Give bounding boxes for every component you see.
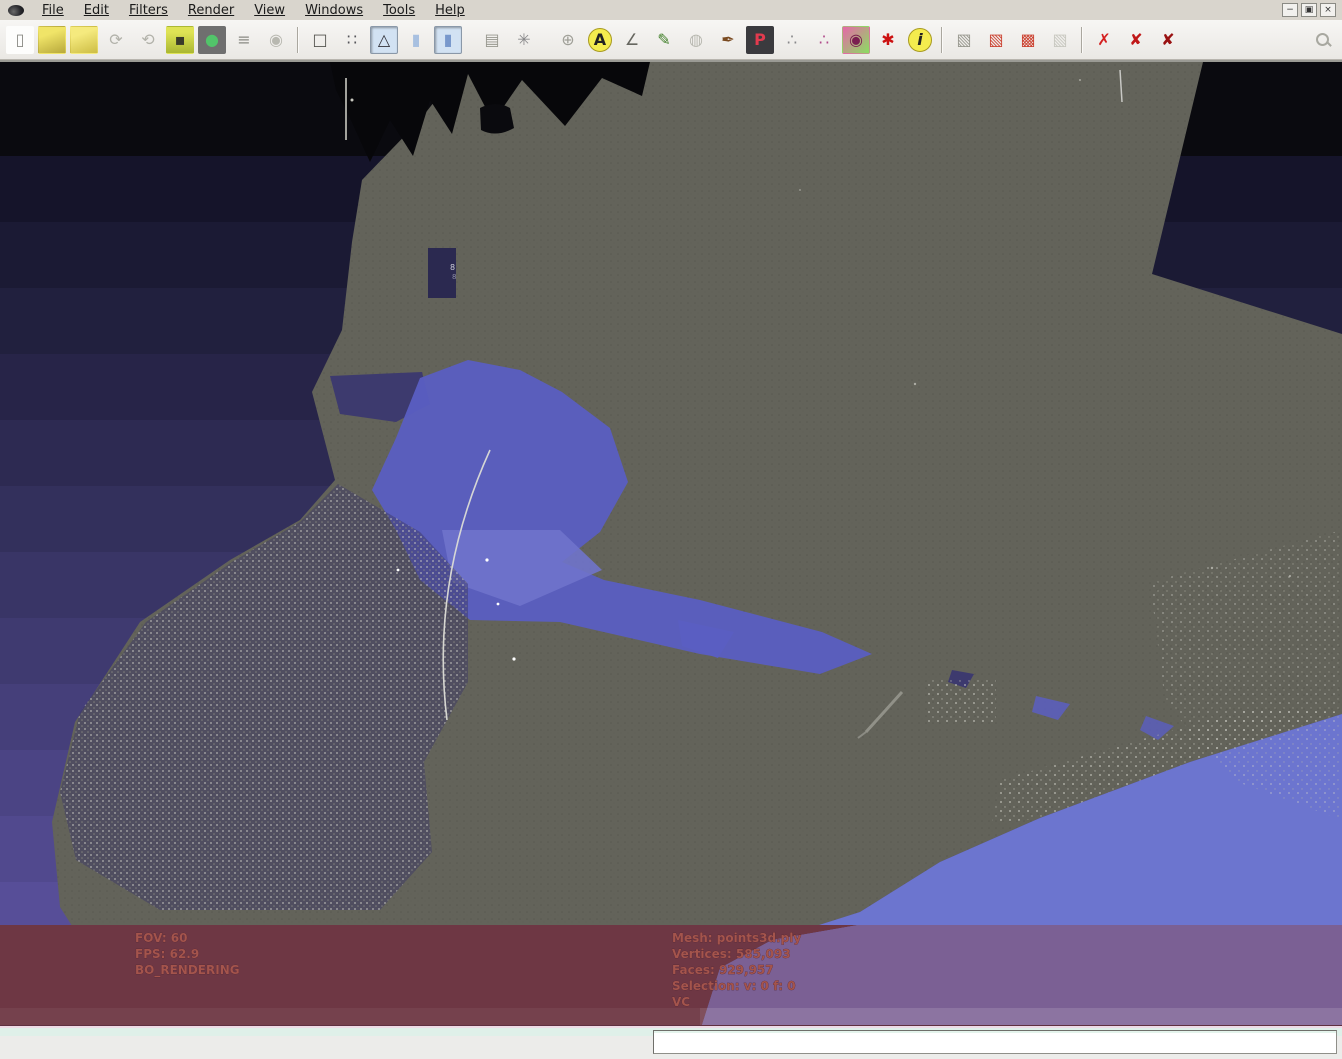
delete-selected-vertices-icon[interactable]: ✗	[1090, 26, 1118, 54]
hud-fov: FOV: 60	[135, 931, 188, 945]
save-icon[interactable]: ▪	[166, 26, 194, 54]
menu-tools[interactable]: Tools	[373, 1, 425, 20]
reload-icon[interactable]: ⟳	[102, 26, 130, 54]
menu-edit[interactable]: Edit	[74, 1, 119, 20]
decorators-icon[interactable]: ✳	[510, 26, 538, 54]
hud-faces: Faces: 929,957	[672, 963, 774, 977]
flat-render-icon[interactable]: ▮	[402, 26, 430, 54]
menu-view[interactable]: View	[244, 1, 295, 20]
gl-viewport[interactable]: 8 8	[0, 60, 1342, 1025]
align-icon[interactable]: ∴	[778, 26, 806, 54]
close-button[interactable]: ×	[1320, 3, 1336, 17]
search-lens-glyph	[1316, 33, 1329, 46]
menubar: FileEditFiltersRenderViewWindowsToolsHel…	[0, 0, 1342, 20]
app-logo-icon	[8, 5, 24, 16]
paint-brush-icon[interactable]: ✒	[714, 26, 742, 54]
toolbar: ▯⟳⟲▪●≡◉□∷△▮▮▤✳⊕A∠✎◍✒P∴∴◉✱i▧▧▩▧✗✘✘	[0, 20, 1342, 60]
select-vertices-icon[interactable]: ▧	[950, 26, 978, 54]
hud-fps: FPS: 62.9	[135, 947, 199, 961]
layers-icon[interactable]: ≡	[230, 26, 258, 54]
mini-filter-icon[interactable]: ✱	[874, 26, 902, 54]
menu-list: FileEditFiltersRenderViewWindowsToolsHel…	[32, 1, 475, 20]
svg-text:8: 8	[450, 263, 455, 272]
delete-selection-icon[interactable]: ✘	[1154, 26, 1182, 54]
show-labels-icon[interactable]: A	[588, 28, 612, 52]
lamp-icon[interactable]: ◍	[682, 26, 710, 54]
scene-canvas[interactable]: 8 8	[0, 62, 1342, 1025]
measure-tool-icon[interactable]: ∠	[618, 26, 646, 54]
points-render-icon[interactable]: ∷	[338, 26, 366, 54]
meshlab-window: FileEditFiltersRenderViewWindowsToolsHel…	[0, 0, 1342, 1059]
smooth-render-icon[interactable]: ▮	[434, 26, 462, 54]
select-all-faces-icon[interactable]: ▩	[1014, 26, 1042, 54]
reload-small-icon[interactable]: ⟲	[134, 26, 162, 54]
minimize-button[interactable]: −	[1282, 3, 1298, 17]
pick-points-icon[interactable]: ✎	[650, 26, 678, 54]
z-painting-icon[interactable]: P	[746, 26, 774, 54]
hud-vc: VC	[672, 995, 690, 1009]
open-project-icon[interactable]	[38, 26, 66, 54]
bbox-render-icon[interactable]: □	[306, 26, 334, 54]
wireframe-render-icon[interactable]: △	[370, 26, 398, 54]
toolbar-gap	[540, 39, 552, 40]
ortho-view-icon[interactable]: ⊕	[554, 26, 582, 54]
toolbar-separator	[1081, 27, 1083, 53]
export-icon[interactable]: ◉	[262, 26, 290, 54]
picked-point-marker: 8 8	[428, 248, 456, 298]
window-controls: −▣×	[1282, 3, 1338, 17]
open-mesh-icon[interactable]	[70, 26, 98, 54]
status-input[interactable]	[653, 1030, 1337, 1054]
deselect-icon[interactable]: ▧	[1046, 26, 1074, 54]
arc3d-icon[interactable]: ◉	[842, 26, 870, 54]
texture-render-icon[interactable]: ▤	[478, 26, 506, 54]
menu-file[interactable]: File	[32, 1, 74, 20]
statusbar	[0, 1025, 1342, 1059]
hud-selection: Selection: v: 0 f: 0	[672, 979, 796, 993]
align-color-icon[interactable]: ∴	[810, 26, 838, 54]
toolbar-separator	[297, 27, 299, 53]
hud-vertices: Vertices: 585,093	[672, 947, 791, 961]
menu-render[interactable]: Render	[178, 1, 244, 20]
hud-mesh-name: Mesh: points3d.ply	[672, 931, 801, 945]
info-icon[interactable]: i	[908, 28, 932, 52]
menu-help[interactable]: Help	[425, 1, 475, 20]
hud-mode: BO_RENDERING	[135, 963, 240, 978]
toolbar-separator	[941, 27, 943, 53]
maximize-button[interactable]: ▣	[1301, 3, 1317, 17]
svg-text:8: 8	[452, 273, 456, 281]
search-icon[interactable]	[1308, 26, 1336, 54]
toolbar-gap	[464, 39, 476, 40]
menu-filters[interactable]: Filters	[119, 1, 178, 20]
menu-windows[interactable]: Windows	[295, 1, 373, 20]
select-faces-icon[interactable]: ▧	[982, 26, 1010, 54]
new-document-icon[interactable]: ▯	[6, 26, 34, 54]
snapshot-icon[interactable]: ●	[198, 26, 226, 54]
delete-selected-faces-icon[interactable]: ✘	[1122, 26, 1150, 54]
